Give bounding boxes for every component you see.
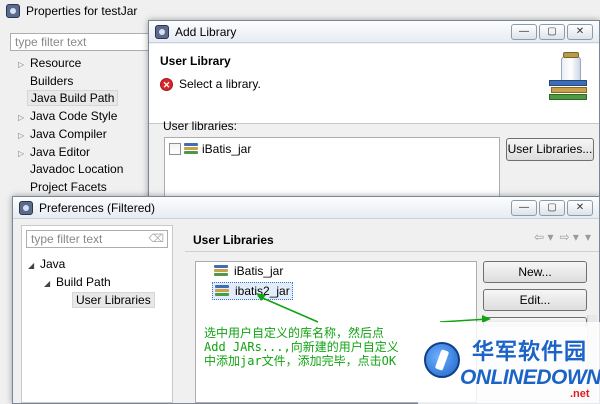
- list-item[interactable]: iBatis_jar: [169, 142, 251, 156]
- watermark: 华军软件园 ONLINEDOWN .net: [418, 322, 600, 404]
- add-library-header: User Library ✕ Select a library.: [149, 44, 599, 124]
- properties-titlebar: Properties for testJar: [0, 0, 600, 22]
- tree-item-label: Project Facets: [30, 180, 107, 194]
- tree-item-project-facets[interactable]: Project Facets: [30, 179, 107, 195]
- tree-item-label: Javadoc Location: [30, 162, 124, 176]
- tree-item-javadoc-location[interactable]: Javadoc Location: [30, 161, 123, 177]
- tree-item-label: Java Editor: [30, 145, 91, 159]
- tree-item-resource[interactable]: ▷ Resource: [18, 55, 81, 71]
- add-library-title: Add Library: [175, 24, 237, 39]
- tree-item-label: Resource: [30, 56, 82, 70]
- collapse-arrow-icon[interactable]: ◢: [28, 258, 40, 274]
- annotation-line: 选中用户自定义的库名称，然后点: [204, 326, 385, 340]
- library-name: iBatis_jar: [234, 264, 284, 278]
- header-message: Select a library.: [179, 77, 261, 91]
- eclipse-icon: [155, 24, 169, 39]
- annotation-text: 选中用户自定义的库名称，然后点 Add JARs...,向新建的用户自定义 中添…: [204, 326, 399, 368]
- minimize-button[interactable]: —: [511, 200, 537, 216]
- forward-arrow-icon[interactable]: ⇨ ▾: [560, 230, 579, 244]
- expand-arrow-icon[interactable]: ▷: [18, 128, 30, 144]
- preferences-title: Preferences (Filtered): [39, 200, 156, 215]
- library-jars-icon: [547, 50, 589, 108]
- library-checkbox[interactable]: [169, 143, 181, 155]
- header-title: User Library: [160, 54, 231, 68]
- tree-item-java-code-style[interactable]: ▷ Java Code Style: [18, 108, 117, 124]
- tree-item-java-compiler[interactable]: ▷ Java Compiler: [18, 126, 107, 142]
- tree-item-label: Build Path: [56, 275, 111, 289]
- tree-item-label: Java: [40, 257, 66, 271]
- maximize-button[interactable]: ▢: [539, 24, 565, 40]
- filter-placeholder: type filter text: [31, 232, 103, 246]
- list-item-selected[interactable]: ibatis2_jar: [212, 282, 293, 300]
- properties-title: Properties for testJar: [26, 4, 138, 18]
- page-title: User Libraries: [193, 233, 274, 247]
- tree-item-label: User Libraries: [72, 292, 155, 308]
- tree-item-label: Java Build Path: [27, 90, 119, 106]
- tree-item-user-libraries[interactable]: User Libraries: [72, 292, 155, 308]
- preferences-titlebar: Preferences (Filtered) — ▢ ✕: [13, 197, 599, 219]
- library-icon: [184, 143, 200, 155]
- library-name: ibatis2_jar: [235, 284, 290, 298]
- tree-item-label: Java Code Style: [30, 109, 118, 123]
- expand-arrow-icon[interactable]: ▷: [18, 110, 30, 126]
- tree-item-java[interactable]: ◢ Java: [28, 256, 65, 272]
- annotation-line: Add JARs...,向新建的用户自定义: [204, 340, 399, 354]
- preferences-tree-panel: type filter text ⌫ ◢ Java ◢ Build Path Use…: [21, 225, 173, 403]
- edit-button[interactable]: Edit...: [483, 289, 587, 311]
- add-library-titlebar: Add Library — ▢ ✕: [149, 21, 599, 43]
- watermark-suffix: .net: [570, 388, 590, 400]
- properties-filter-input[interactable]: type filter text: [10, 33, 150, 51]
- close-button[interactable]: ✕: [567, 24, 593, 40]
- tree-item-label: Builders: [30, 74, 74, 88]
- tree-item-java-editor[interactable]: ▷ Java Editor: [18, 144, 90, 160]
- library-name: iBatis_jar: [202, 142, 252, 156]
- view-menu-icon[interactable]: ▾: [585, 230, 591, 244]
- user-libraries-button[interactable]: User Libraries...: [506, 138, 594, 161]
- close-button[interactable]: ✕: [567, 200, 593, 216]
- library-icon: [214, 265, 230, 277]
- add-library-dialog: Add Library — ▢ ✕ User Library ✕ Select …: [148, 20, 600, 220]
- maximize-button[interactable]: ▢: [539, 200, 565, 216]
- annotation-line: 中添加jar文件，添加完毕，点击OK: [204, 354, 397, 368]
- user-libraries-label: User libraries:: [163, 119, 238, 133]
- expand-arrow-icon[interactable]: ▷: [18, 146, 30, 162]
- collapse-arrow-icon[interactable]: ◢: [44, 276, 56, 292]
- tree-item-label: Java Compiler: [30, 127, 107, 141]
- eclipse-icon: [19, 200, 33, 215]
- watermark-cn: 华军软件园: [472, 340, 588, 365]
- list-item[interactable]: iBatis_jar: [214, 264, 283, 278]
- expand-arrow-icon[interactable]: ▷: [18, 57, 30, 73]
- minimize-button[interactable]: —: [511, 24, 537, 40]
- page-divider: [185, 251, 599, 252]
- tree-item-java-build-path[interactable]: Java Build Path: [27, 90, 119, 106]
- error-icon: ✕: [160, 77, 173, 91]
- preferences-filter-input[interactable]: type filter text ⌫: [26, 230, 168, 248]
- tree-item-build-path[interactable]: ◢ Build Path: [44, 274, 111, 290]
- eclipse-icon: [6, 4, 20, 18]
- library-icon: [215, 285, 231, 297]
- tree-item-builders[interactable]: Builders: [30, 73, 73, 89]
- watermark-en: ONLINEDOWN: [460, 366, 600, 389]
- watermark-logo-icon: [424, 342, 460, 378]
- header-message-row: ✕ Select a library.: [160, 77, 261, 91]
- nav-arrows: ⇦ ▾ ⇨ ▾ ▾: [534, 230, 591, 244]
- new-button[interactable]: New...: [483, 261, 587, 283]
- back-arrow-icon[interactable]: ⇦ ▾: [534, 230, 553, 244]
- clear-filter-icon[interactable]: ⌫: [148, 232, 164, 246]
